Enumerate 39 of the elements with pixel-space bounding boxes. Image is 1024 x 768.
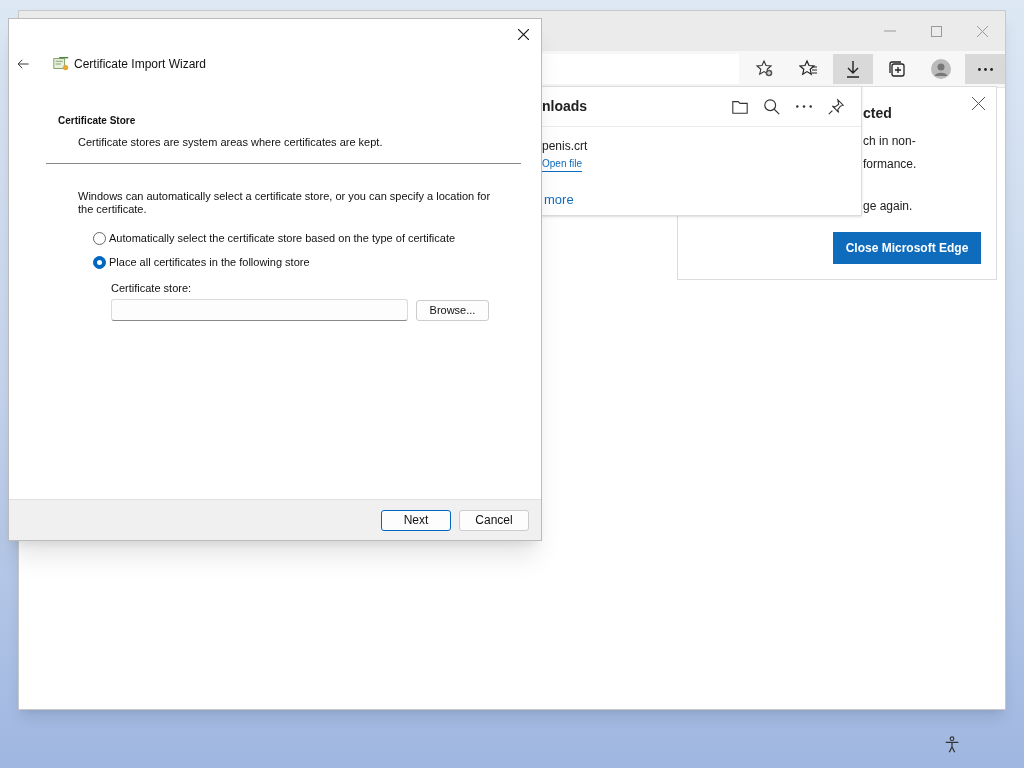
- radio-button[interactable]: [93, 256, 106, 269]
- back-arrow-icon: [16, 57, 30, 71]
- next-button[interactable]: Next: [381, 509, 451, 531]
- pin-button[interactable]: [827, 97, 845, 116]
- more-icon: [796, 105, 812, 108]
- collections-icon: [887, 59, 907, 79]
- radio-button[interactable]: [93, 232, 106, 245]
- panel-title: nloads: [542, 97, 588, 116]
- more-icon: [977, 67, 993, 71]
- close-icon: [971, 96, 985, 110]
- store-field[interactable]: [111, 299, 408, 321]
- close-icon: [517, 28, 529, 40]
- window-title: Certificate Import Wizard: [74, 56, 207, 73]
- intro-text: Windows can automatically select a certificate store, or you can specify a location for the certificate.: [78, 189, 492, 216]
- close-edge-button[interactable]: Close Microsoft Edge: [833, 232, 981, 264]
- search-button[interactable]: [763, 97, 781, 116]
- file-name: penis.crt: [542, 138, 588, 155]
- downloads-button[interactable]: [833, 54, 873, 84]
- notice-title: cted: [863, 104, 893, 123]
- section-heading: Certificate Store: [58, 114, 137, 128]
- search-icon: [763, 97, 781, 116]
- maximize-icon: [930, 25, 942, 37]
- minimize-icon: [884, 30, 896, 32]
- add-favorite-icon: [755, 59, 775, 79]
- section-description: Certificate stores are system areas where certificates are kept.: [78, 135, 384, 150]
- notice-text: ge again.: [863, 198, 914, 215]
- pin-icon: [827, 97, 845, 116]
- certificate-icon: [52, 55, 70, 73]
- field-label: Certificate store:: [111, 280, 193, 296]
- close-icon: [976, 25, 988, 37]
- more-link[interactable]: more: [544, 190, 574, 210]
- option-label: Automatically select the certificate store based on the type of certificate: [109, 231, 456, 247]
- notice-text: formance.: [863, 156, 918, 173]
- option-label: Place all certificates in the following store: [109, 255, 310, 271]
- notice-text: ch in non-: [863, 133, 917, 150]
- browse-button[interactable]: Browse...: [416, 299, 489, 321]
- avatar-icon: [931, 59, 951, 79]
- accessibility-icon: [943, 736, 961, 754]
- cancel-button[interactable]: Cancel: [459, 509, 529, 531]
